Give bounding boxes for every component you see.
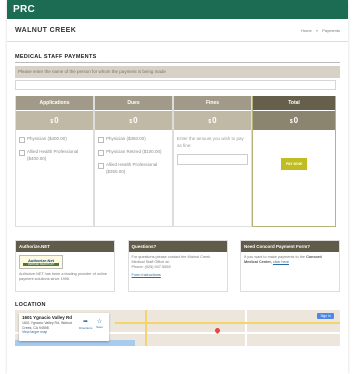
total-header: Total [253, 96, 335, 110]
panel-title: Questions? [128, 241, 227, 252]
currency-symbol: $ [208, 119, 212, 125]
currency-symbol: $ [50, 119, 54, 125]
page: PRC WALNUT CREEK Home » Payments MEDICAL… [7, 0, 348, 374]
payee-name-input[interactable] [15, 80, 336, 90]
page-title: WALNUT CREEK [15, 26, 77, 34]
applications-options: Physician ($400.00) Allied Health Profes… [16, 130, 93, 226]
option-label: Physician ($350.00) [106, 136, 146, 141]
panel-text: Authorize.NET has been a leading provide… [19, 272, 107, 281]
checkbox[interactable] [98, 137, 104, 143]
save-label: Save [96, 325, 103, 329]
total-amount: $0 [253, 110, 335, 130]
fines-column: Fines $0 Enter the amount you wish to pa… [173, 96, 252, 227]
authorize-net-panel: Authorize.NET Authorize.Net VERIFIED MER… [15, 240, 115, 292]
map-address: 1601 Ygnacio Valley Rd, Walnut Creek, CA… [22, 321, 72, 330]
map-road [245, 310, 247, 346]
panel-body: Authorize.Net VERIFIED MERCHANT Authoriz… [16, 252, 114, 285]
concord-panel: Need Concord Payment Form? If you want t… [240, 240, 340, 292]
seal-badge: VERIFIED MERCHANT [23, 263, 59, 266]
map-sign-in-button[interactable]: Sign in [317, 313, 334, 319]
view-larger-map-link[interactable]: View larger map [22, 330, 106, 335]
fines-header: Fines [174, 96, 251, 110]
sub-header: WALNUT CREEK Home » Payments [7, 19, 348, 42]
total-column: Total $0 PAY NOW [252, 96, 336, 227]
payment-grid: Applications $0 Physician ($400.00) Alli… [15, 96, 340, 227]
dues-option-physician[interactable]: Physician ($350.00) [98, 136, 169, 143]
location-map[interactable]: 1601 Ygnacio Valley Rd 1601 Ygnacio Vall… [15, 310, 340, 346]
dues-amount: $0 [95, 110, 172, 130]
applications-amount-value: 0 [54, 116, 59, 125]
brand-bar: PRC [7, 0, 348, 19]
directions-label: Directions [79, 326, 93, 330]
option-label: Allied Health Professional ($400.00) [27, 149, 79, 161]
panel-body: For questions please contact the Walnut … [129, 252, 227, 281]
checkbox[interactable] [19, 150, 25, 156]
checkbox[interactable] [19, 137, 25, 143]
directions-icon: ➦ [82, 319, 89, 325]
applications-column: Applications $0 Physician ($400.00) Alli… [15, 96, 94, 227]
applications-amount: $0 [16, 110, 93, 130]
panel-title: Need Concord Payment Form? [241, 241, 339, 252]
breadcrumb-payments: Payments [322, 27, 340, 33]
fine-amount-input[interactable] [177, 154, 248, 165]
option-label: Physician Retired ($100.00) [106, 149, 162, 154]
concord-click-here-link[interactable]: click here [273, 260, 289, 264]
application-option-allied-health[interactable]: Allied Health Professional ($400.00) [19, 149, 90, 162]
directions-button[interactable]: ➦ Directions [79, 319, 92, 331]
applications-header: Applications [16, 96, 93, 110]
fines-amount: $0 [174, 110, 251, 130]
dues-column: Dues $0 Physician ($350.00) Physician Re… [94, 96, 173, 227]
breadcrumb: Home » Payments [298, 28, 340, 33]
panel-body: If you want to make payments to the Conc… [241, 252, 339, 268]
total-amount-value: 0 [293, 116, 299, 125]
dues-options: Physician ($350.00) Physician Retired ($… [95, 130, 172, 226]
option-label: Allied Health Professional ($350.00) [106, 162, 158, 174]
form-instructions-link[interactable]: Form Instructions [132, 273, 224, 278]
total-body: PAY NOW [253, 130, 335, 226]
map-info-card: 1601 Ygnacio Valley Rd 1601 Ygnacio Vall… [19, 313, 109, 341]
location-title: LOCATION [15, 302, 46, 308]
dues-option-allied-health[interactable]: Allied Health Professional ($350.00) [98, 162, 169, 175]
authorize-net-seal[interactable]: Authorize.Net VERIFIED MERCHANT [19, 255, 63, 269]
panel-text: For questions please contact the Walnut … [131, 255, 211, 264]
application-option-physician[interactable]: Physician ($400.00) [19, 136, 90, 143]
dues-amount-value: 0 [133, 116, 138, 125]
breadcrumb-home[interactable]: Home [301, 28, 312, 33]
brand-logo-text[interactable]: PRC [13, 4, 35, 15]
checkbox[interactable] [98, 150, 104, 156]
option-label: Physician ($400.00) [27, 136, 67, 141]
pay-now-button[interactable]: PAY NOW [281, 158, 307, 170]
section-title-payments: MEDICAL STAFF PAYMENTS [15, 54, 97, 60]
currency-symbol: $ [289, 119, 293, 125]
panel-text: If you want to make payments to the [244, 255, 305, 259]
section-divider [15, 62, 340, 63]
contact-phone: Phone: (925) 947-5559 [131, 265, 171, 269]
map-road [145, 310, 147, 346]
dues-option-physician-retired[interactable]: Physician Retired ($100.00) [98, 149, 169, 156]
questions-panel: Questions? For questions please contact … [127, 240, 228, 292]
fines-amount-value: 0 [212, 116, 217, 125]
currency-symbol: $ [129, 119, 133, 125]
breadcrumb-separator: » [315, 27, 319, 33]
name-instruction: Please enter the name of the person for … [15, 66, 340, 78]
save-button[interactable]: ☆ Save [94, 319, 105, 330]
dues-header: Dues [95, 96, 172, 110]
fines-prompt: Enter the amount you wish to pay as fine… [177, 136, 244, 148]
fines-body: Enter the amount you wish to pay as fine… [174, 130, 251, 226]
checkbox[interactable] [98, 163, 104, 169]
map-road [115, 322, 340, 324]
info-panels: Authorize.NET Authorize.Net VERIFIED MER… [15, 240, 340, 292]
panel-title: Authorize.NET [16, 241, 114, 252]
